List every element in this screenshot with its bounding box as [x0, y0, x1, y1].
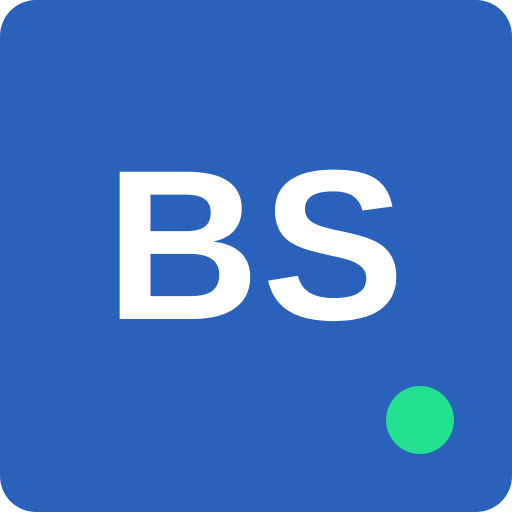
- app-icon: BS: [0, 0, 512, 512]
- online-dot-icon: [386, 386, 454, 454]
